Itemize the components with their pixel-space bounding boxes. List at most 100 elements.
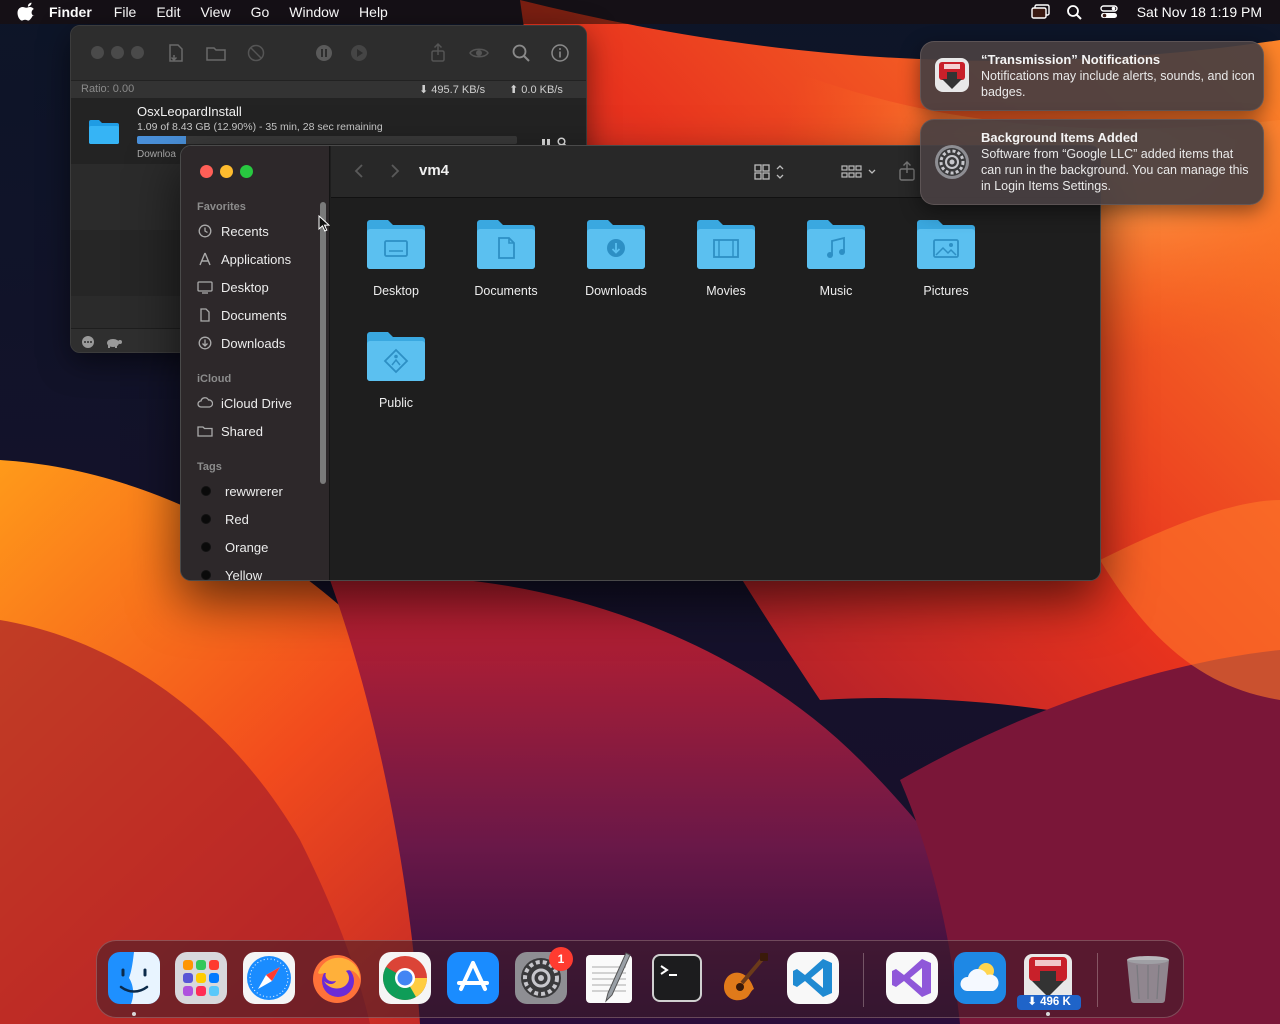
folder-icon: [367, 332, 425, 381]
menu-go[interactable]: Go: [251, 4, 270, 20]
sidebar-item-applications[interactable]: Applications: [197, 248, 322, 270]
filter-search-icon[interactable]: [510, 42, 532, 64]
sidebar-item-downloads[interactable]: Downloads: [197, 332, 322, 354]
window-title: vm4: [419, 162, 450, 179]
tag-color-dot: [201, 486, 211, 496]
folder-icon: [917, 220, 975, 269]
sidebar-tag-yellow[interactable]: Yellow: [197, 564, 322, 580]
folder-label: Public: [378, 396, 414, 410]
menu-view[interactable]: View: [200, 4, 230, 20]
dock-trash-icon[interactable]: [1121, 951, 1175, 1005]
spotlight-search-icon[interactable]: [1065, 4, 1085, 20]
dock-separator: [1097, 953, 1098, 1007]
back-chevron-icon[interactable]: [351, 162, 367, 180]
running-indicator: [132, 1012, 136, 1016]
sidebar-item-recents[interactable]: Recents: [197, 220, 322, 242]
share-icon[interactable]: [897, 160, 917, 182]
system-settings-icon: [935, 145, 969, 179]
sidebar-item-icloud-drive[interactable]: iCloud Drive: [197, 392, 322, 414]
notification-transmission[interactable]: “Transmission” Notifications Notificatio…: [920, 41, 1264, 111]
tag-color-dot: [201, 542, 211, 552]
notification-title: “Transmission” Notifications: [981, 52, 1161, 67]
folder-label: Music: [819, 284, 853, 298]
dock-textedit-icon[interactable]: [582, 951, 636, 1005]
share-icon[interactable]: [427, 42, 449, 64]
ratio-label[interactable]: Ratio: 0.00: [81, 83, 134, 95]
sidebar-item-shared[interactable]: Shared: [197, 420, 322, 442]
folder-public[interactable]: Public: [341, 329, 451, 410]
inspector-info-icon[interactable]: [549, 42, 571, 64]
screen-mirroring-icon[interactable]: [1031, 4, 1051, 20]
menu-app-name[interactable]: Finder: [49, 4, 92, 20]
sidebar-tag-orange[interactable]: Orange: [197, 536, 322, 558]
menu-bar-clock[interactable]: Sat Nov 18 1:19 PM: [1137, 4, 1262, 20]
dock-safari-icon[interactable]: [242, 951, 296, 1005]
transmission-status-bar: Ratio: 0.00 ⬇ 495.7 KB/s ⬆ 0.0 KB/s: [71, 80, 586, 98]
icon-view-toggle-icon[interactable]: [751, 161, 791, 183]
folder-movies[interactable]: Movies: [671, 217, 781, 298]
notification-background-items[interactable]: Background Items Added Software from “Go…: [920, 119, 1264, 205]
window-zoom-button[interactable]: [131, 46, 144, 59]
window-minimize-button[interactable]: [220, 165, 233, 178]
group-by-icon[interactable]: [839, 161, 879, 183]
notification-badge: 1: [549, 947, 573, 971]
notification-body: Notifications may include alerts, sounds…: [981, 69, 1255, 99]
torrent-status-text: Downloa: [137, 149, 176, 160]
menu-bar: Finder File Edit View Go Window Help Sat…: [0, 0, 1280, 24]
menu-file[interactable]: File: [114, 4, 137, 20]
pause-all-icon[interactable]: [313, 42, 335, 64]
dock-finder-icon[interactable]: [107, 951, 161, 1005]
remove-torrent-icon[interactable]: [245, 42, 267, 64]
torrent-progress-bar: [137, 136, 517, 144]
shared-folder-icon: [197, 426, 213, 437]
menu-window[interactable]: Window: [289, 4, 339, 20]
forward-chevron-icon[interactable]: [387, 162, 403, 180]
sidebar-tag-red[interactable]: Red: [197, 508, 322, 530]
torrent-progress-fill: [137, 136, 187, 144]
dock-firefox-icon[interactable]: [310, 951, 364, 1005]
control-center-icon[interactable]: [1099, 4, 1119, 20]
dock-garageband-icon[interactable]: [718, 951, 772, 1005]
dock-chrome-icon[interactable]: [378, 951, 432, 1005]
dock-weather-icon[interactable]: [953, 951, 1007, 1005]
dock-app-store-icon[interactable]: [446, 951, 500, 1005]
applications-icon: [199, 252, 211, 266]
speed-limit-turtle-icon[interactable]: [105, 335, 123, 349]
folder-label: Downloads: [585, 284, 647, 298]
finder-window: Favorites Recents Applications Desktop D…: [180, 145, 1101, 581]
window-minimize-button[interactable]: [111, 46, 124, 59]
folder-label: Pictures: [923, 284, 969, 298]
folder-icon: [367, 220, 425, 269]
dock: 1 ⬇ 496 K: [96, 940, 1184, 1018]
folder-documents[interactable]: Documents: [451, 217, 561, 298]
folder-pictures[interactable]: Pictures: [891, 217, 1001, 298]
window-close-button[interactable]: [200, 165, 213, 178]
apple-menu-icon[interactable]: [17, 2, 37, 22]
resume-all-icon[interactable]: [348, 42, 370, 64]
window-close-button[interactable]: [91, 46, 104, 59]
dock-terminal-icon[interactable]: [650, 951, 704, 1005]
dock-visual-studio-icon[interactable]: [885, 951, 939, 1005]
finder-content-area: Desktop Documents Downloads Movies Music…: [331, 199, 1100, 580]
quick-look-icon[interactable]: [468, 42, 490, 64]
window-zoom-button[interactable]: [240, 165, 253, 178]
folder-desktop[interactable]: Desktop: [341, 217, 451, 298]
sidebar-item-documents[interactable]: Documents: [197, 304, 322, 326]
document-icon: [200, 308, 210, 322]
menu-help[interactable]: Help: [359, 4, 388, 20]
open-folder-icon[interactable]: [205, 42, 227, 64]
open-torrent-file-icon[interactable]: [165, 42, 187, 64]
dock-vscode-icon[interactable]: [786, 951, 840, 1005]
sidebar-scrollbar[interactable]: [320, 202, 326, 484]
dock-launchpad-icon[interactable]: [174, 951, 228, 1005]
action-menu-icon[interactable]: [81, 335, 95, 349]
notification-body: Software from “Google LLC” added items t…: [981, 147, 1249, 193]
menu-edit[interactable]: Edit: [156, 4, 180, 20]
folder-icon: [697, 220, 755, 269]
sidebar-item-desktop[interactable]: Desktop: [197, 276, 322, 298]
folder-downloads[interactable]: Downloads: [561, 217, 671, 298]
sidebar-tag-rewwrerer[interactable]: rewwrerer: [197, 480, 322, 502]
folder-icon: [477, 220, 535, 269]
upload-speed-value: 0.0 KB/s: [521, 84, 563, 96]
folder-music[interactable]: Music: [781, 217, 891, 298]
